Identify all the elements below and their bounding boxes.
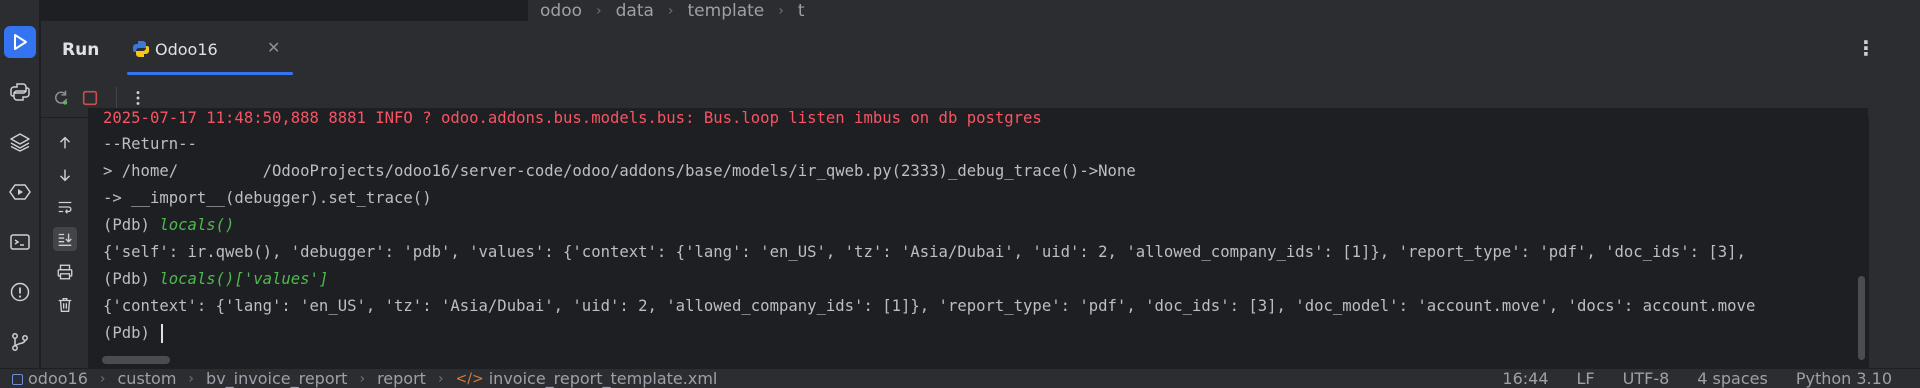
console-input-line[interactable]: (Pdb)	[103, 320, 164, 347]
run-icon[interactable]	[4, 26, 36, 58]
status-crumb[interactable]: invoice_report_template.xml	[489, 369, 718, 388]
python-icon	[133, 41, 149, 57]
pdb-prompt: (Pdb)	[103, 324, 160, 342]
text-caret	[161, 324, 164, 343]
breadcrumb-item[interactable]: odoo	[540, 1, 582, 21]
console-line: > /home/ /OdooProjects/odoo16/server-cod…	[103, 162, 1136, 180]
status-bar: odoo16 › custom › bv_invoice_report › re…	[0, 368, 1920, 388]
horizontal-scrollbar[interactable]	[102, 356, 170, 364]
console-line: (Pdb) locals()	[103, 212, 234, 239]
chevron-right-icon: ›	[359, 371, 366, 387]
chevron-right-icon: ›	[188, 371, 195, 387]
pdb-prompt: (Pdb)	[103, 270, 160, 288]
breadcrumb-item[interactable]: template	[688, 1, 765, 21]
print-icon[interactable]	[53, 260, 77, 284]
python-interpreter[interactable]: Python 3.10	[1796, 369, 1892, 388]
layers-icon[interactable]	[4, 126, 36, 158]
indent-setting[interactable]: 4 spaces	[1697, 369, 1768, 388]
tab-label: Odoo16	[155, 40, 218, 59]
status-crumb[interactable]: report	[377, 369, 426, 388]
chevron-right-icon: ›	[667, 2, 674, 19]
scroll-up-icon[interactable]	[53, 131, 77, 155]
breadcrumb-item[interactable]: data	[616, 1, 654, 21]
xml-file-icon: </>	[455, 371, 484, 387]
activity-bar	[0, 0, 40, 388]
problems-icon[interactable]	[4, 276, 36, 308]
trash-icon[interactable]	[53, 293, 77, 317]
console-line: {'context': {'lang': 'en_US', 'tz': 'Asi…	[103, 297, 1756, 315]
console-side-toolbar	[41, 118, 88, 368]
scroll-to-end-icon[interactable]	[53, 227, 77, 251]
chevron-right-icon: ›	[437, 371, 444, 387]
file-encoding[interactable]: UTF-8	[1623, 369, 1670, 388]
console-line: 2025-07-17 11:48:50,888 8881 INFO ? odoo…	[103, 109, 1042, 127]
console-line: (Pdb) locals()['values']	[103, 266, 328, 293]
more-icon[interactable]	[126, 86, 150, 110]
status-crumb[interactable]: odoo16	[28, 369, 88, 388]
console-line: {'self': ir.qweb(), 'debugger': 'pdb', '…	[103, 243, 1746, 261]
rerun-icon[interactable]	[49, 86, 73, 110]
run-tool-window-header: Run Odoo16 ✕ ⋮ —	[41, 21, 1920, 78]
git-icon[interactable]	[4, 326, 36, 358]
soft-wrap-icon[interactable]	[53, 195, 77, 219]
chevron-right-icon: ›	[596, 2, 602, 19]
console-line: -> __import__(debugger).set_trace()	[103, 189, 432, 207]
console-line: --Return--	[103, 135, 197, 153]
status-indicators: 16:44 LF UTF-8 4 spaces Python 3.10	[1502, 369, 1892, 388]
close-icon[interactable]: ✕	[267, 38, 280, 57]
pdb-command: locals()['values']	[159, 270, 329, 288]
console-output[interactable]: 2025-07-17 11:48:50,888 8881 INFO ? odoo…	[88, 108, 1868, 368]
pdb-command: locals()	[159, 216, 235, 234]
module-icon	[12, 373, 23, 385]
editor-breadcrumb: odoo › data › template › t	[528, 0, 1869, 21]
caret-position[interactable]: 16:44	[1502, 369, 1548, 388]
run-title: Run	[62, 40, 100, 60]
python-icon[interactable]	[4, 76, 36, 108]
vertical-scrollbar[interactable]	[1858, 276, 1865, 360]
breadcrumb-item[interactable]: t	[798, 1, 805, 21]
tab-odoo16[interactable]: Odoo16 ✕	[127, 25, 293, 75]
status-crumb[interactable]: custom	[118, 369, 177, 388]
terminal-icon[interactable]	[4, 226, 36, 258]
status-breadcrumb: odoo16 › custom › bv_invoice_report › re…	[12, 369, 717, 388]
status-crumb[interactable]: bv_invoice_report	[206, 369, 347, 388]
stop-icon[interactable]	[78, 86, 102, 110]
services-icon[interactable]	[4, 176, 36, 208]
tab-active-indicator	[127, 72, 293, 75]
right-tool-strip	[1869, 0, 1920, 368]
line-ending[interactable]: LF	[1577, 369, 1595, 388]
toolbar-divider	[116, 87, 117, 109]
scroll-down-icon[interactable]	[53, 163, 77, 187]
chevron-right-icon: ›	[99, 371, 106, 387]
pdb-prompt: (Pdb)	[103, 216, 160, 234]
chevron-right-icon: ›	[778, 2, 784, 19]
